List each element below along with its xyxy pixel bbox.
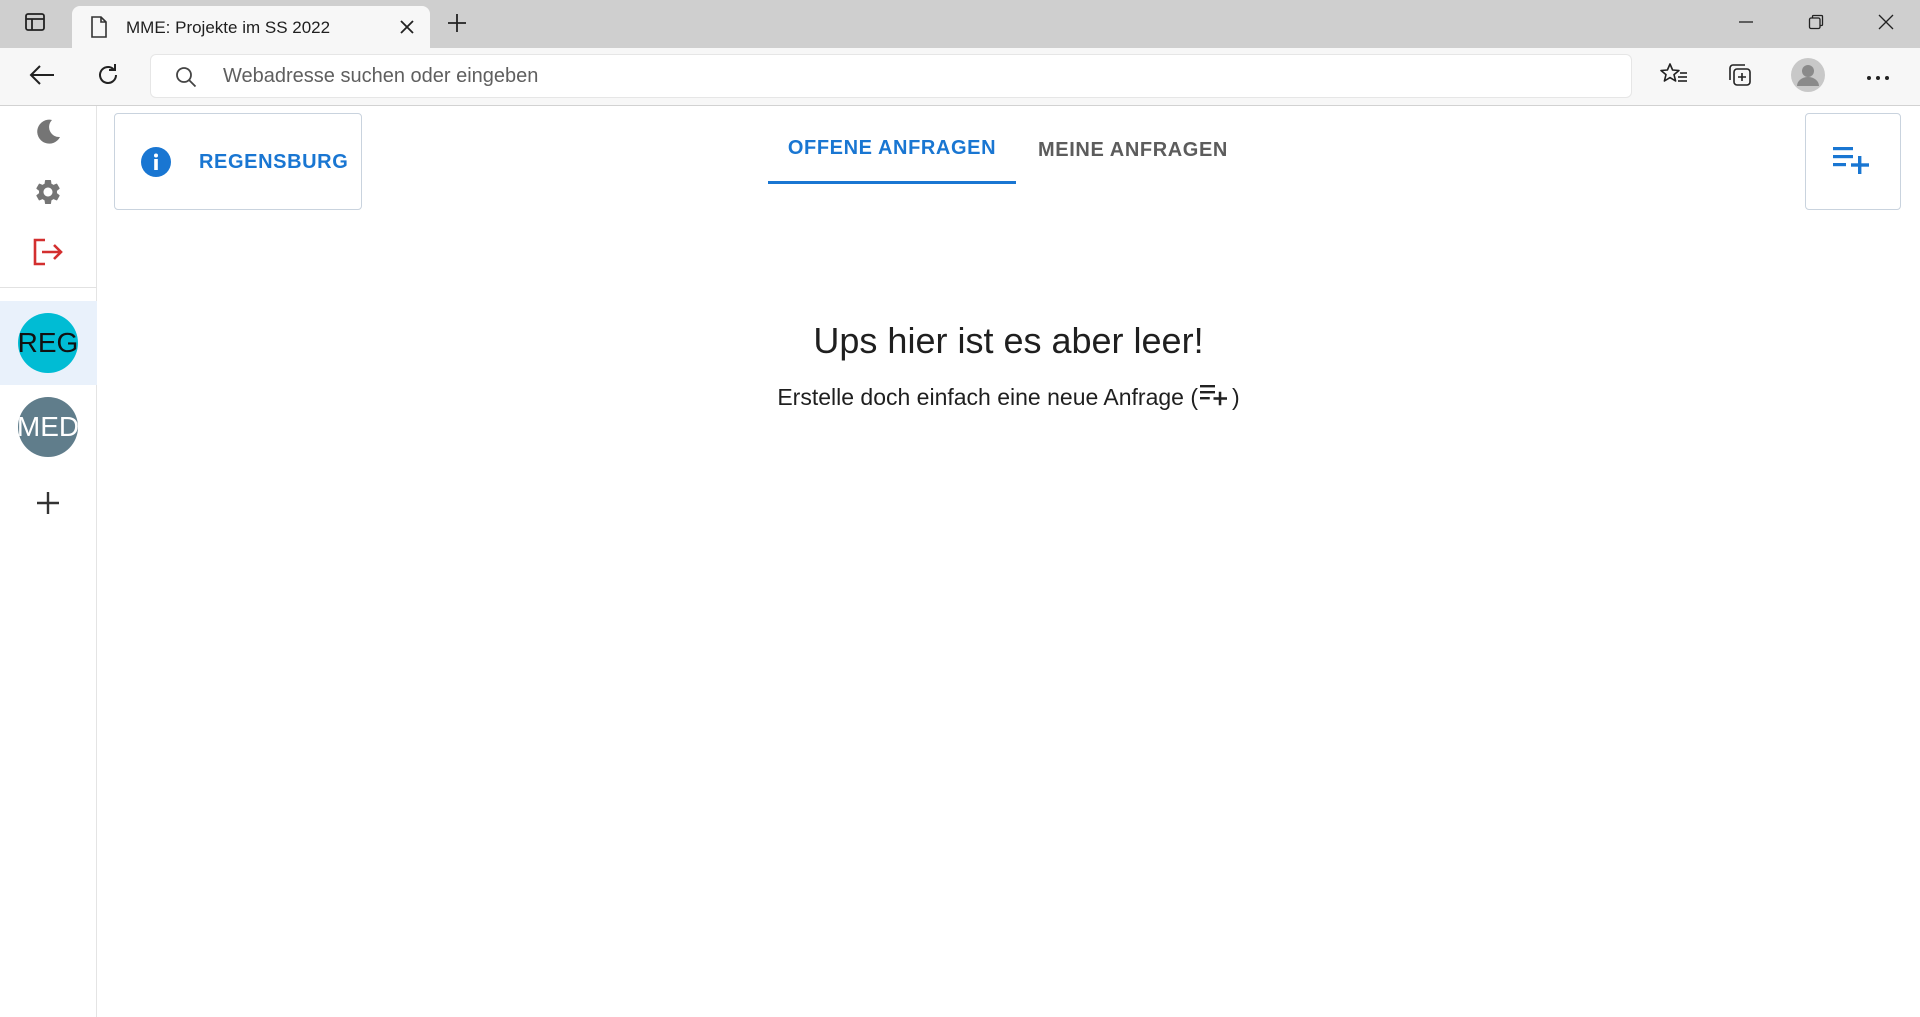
tab-actions-button[interactable] bbox=[0, 0, 70, 48]
group-avatar-med[interactable]: MED bbox=[18, 397, 78, 457]
sidebar: REG MED bbox=[0, 106, 97, 1017]
plus-icon bbox=[36, 491, 60, 520]
close-icon bbox=[1878, 14, 1894, 35]
settings-button[interactable] bbox=[24, 170, 72, 218]
logout-button[interactable] bbox=[24, 230, 72, 278]
browser-toolbar bbox=[0, 48, 1920, 106]
restore-button[interactable] bbox=[1782, 0, 1850, 48]
browser-tab-active[interactable]: MME: Projekte im SS 2022 bbox=[72, 6, 430, 48]
settings-more-button[interactable] bbox=[1858, 57, 1898, 97]
more-horizontal-icon bbox=[1866, 68, 1890, 86]
gear-icon bbox=[33, 177, 63, 212]
group-avatar-reg[interactable]: REG bbox=[18, 313, 78, 373]
minimize-icon bbox=[1738, 14, 1754, 35]
back-button[interactable] bbox=[22, 57, 62, 97]
reload-icon bbox=[96, 63, 120, 92]
profile-avatar-icon bbox=[1791, 57, 1825, 97]
location-label: REGENSBURG bbox=[199, 151, 349, 173]
location-info-button[interactable]: REGENSBURG bbox=[114, 113, 362, 210]
empty-state-title: Ups hier ist es aber leer! bbox=[813, 320, 1204, 361]
arrow-left-icon bbox=[29, 64, 55, 91]
empty-state-subtitle-close: ) bbox=[1232, 383, 1240, 410]
restore-icon bbox=[1808, 14, 1824, 35]
logout-icon bbox=[32, 237, 64, 272]
plus-icon bbox=[447, 13, 467, 38]
collections-button[interactable] bbox=[1720, 57, 1760, 97]
info-icon bbox=[141, 147, 171, 182]
add-group-button[interactable] bbox=[24, 481, 72, 529]
profile-button[interactable] bbox=[1788, 57, 1828, 97]
moon-icon bbox=[33, 117, 63, 152]
add-request-button[interactable] bbox=[1805, 113, 1901, 210]
playlist-add-icon bbox=[1199, 382, 1231, 412]
sidebar-divider bbox=[0, 287, 97, 288]
address-input[interactable] bbox=[223, 55, 1603, 97]
empty-state-subtitle-text: Erstelle doch einfach eine neue Anfrage … bbox=[777, 383, 1198, 410]
favorites-star-icon bbox=[1660, 62, 1688, 93]
playlist-add-icon bbox=[1832, 143, 1874, 180]
tab-actions-icon bbox=[24, 11, 46, 38]
minimize-button[interactable] bbox=[1712, 0, 1780, 48]
tab-open-requests[interactable]: OFFENE ANFRAGEN bbox=[768, 116, 1016, 184]
collections-icon bbox=[1727, 62, 1753, 93]
tab-my-requests[interactable]: MEINE ANFRAGEN bbox=[1016, 116, 1250, 184]
tab-title: MME: Projekte im SS 2022 bbox=[126, 18, 331, 37]
favorites-button[interactable] bbox=[1654, 57, 1694, 97]
dark-mode-button[interactable] bbox=[24, 110, 72, 158]
empty-state-subtitle: Erstelle doch einfach eine neue Anfrage … bbox=[97, 382, 1920, 412]
reload-button[interactable] bbox=[88, 57, 128, 97]
browser-tabstrip: MME: Projekte im SS 2022 bbox=[0, 0, 1920, 48]
address-bar[interactable] bbox=[150, 54, 1632, 98]
new-tab-button[interactable] bbox=[440, 8, 474, 42]
page-icon bbox=[90, 16, 108, 43]
tab-close-icon[interactable] bbox=[394, 14, 420, 40]
app-root: REG MED REGENSBURG OFFENE ANFRAGEN MEINE… bbox=[0, 106, 1920, 1017]
close-window-button[interactable] bbox=[1852, 0, 1920, 48]
search-icon bbox=[175, 66, 197, 93]
